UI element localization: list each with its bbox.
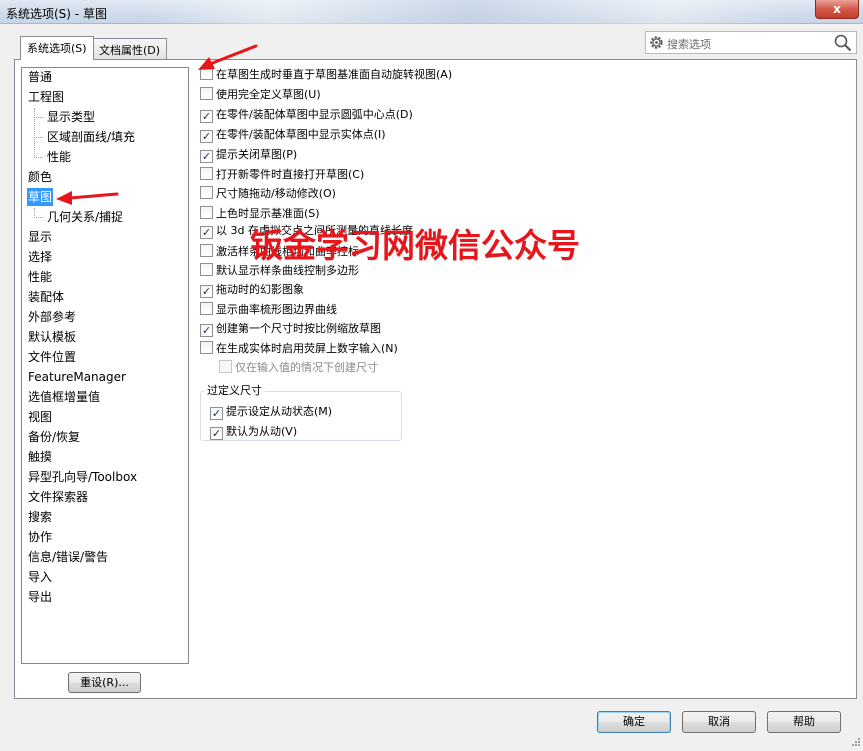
option-label: 拖动时的幻影图象 [216, 283, 304, 296]
annotation-arrow-icon [56, 191, 119, 205]
tree-item-file-explorer[interactable]: 文件探索器 [27, 488, 89, 506]
tree-item-featuremanager[interactable]: FeatureManager [27, 368, 127, 386]
tree-item-drawing-performance[interactable]: 性能 [46, 148, 72, 166]
tree-item-relations-snaps[interactable]: 几何关系/捕捉 [46, 208, 124, 226]
option-label: 提示关闭草图(P) [216, 148, 298, 161]
checkbox[interactable] [200, 206, 213, 219]
tree-item-export[interactable]: 导出 [27, 588, 53, 606]
checkbox[interactable]: ✓ [200, 110, 213, 123]
title-bar-blur [140, 0, 800, 24]
tree-guide-line [34, 137, 43, 138]
tree-item-display[interactable]: 显示 [27, 228, 53, 246]
tree-item-selection[interactable]: 选择 [27, 248, 53, 266]
option-label: 仅在输入值的情况下创建尺寸 [235, 361, 378, 374]
tree-item-general[interactable]: 普通 [27, 68, 53, 86]
checkbox[interactable]: ✓ [200, 226, 213, 239]
option-prompt-driven-state[interactable]: ✓ 提示设定从动状态(M) [210, 403, 332, 421]
checkbox[interactable] [200, 302, 213, 315]
option-display-plane-when-shaded[interactable]: 上色时显示基准面(S) [200, 205, 320, 223]
checkbox[interactable]: ✓ [210, 407, 223, 420]
cancel-button[interactable]: 取消 [682, 711, 756, 733]
tree-item-external-references[interactable]: 外部参考 [27, 308, 77, 326]
tab-system-options[interactable]: 系统选项(S) [20, 36, 94, 60]
tree-item-messages-errors-warnings[interactable]: 信息/错误/警告 [27, 548, 109, 566]
tree-item-display-type[interactable]: 显示类型 [46, 108, 96, 126]
search-input[interactable]: 搜索选项 [667, 36, 711, 52]
option-show-entity-points[interactable]: ✓ 在零件/装配体草图中显示实体点(I) [200, 126, 386, 144]
option-scale-on-first-dimension[interactable]: ✓ 创建第一个尺寸时按比例缩放草图 [200, 320, 381, 338]
gear-icon[interactable] [648, 34, 665, 51]
tree-item-touch[interactable]: 触摸 [27, 448, 53, 466]
checkbox[interactable]: ✓ [200, 130, 213, 143]
option-show-arc-centers[interactable]: ✓ 在零件/装配体草图中显示圆弧中心点(D) [200, 106, 413, 124]
category-tree[interactable]: 普通 工程图 显示类型 区域剖面线/填充 性能 颜色 草图 几何关系/捕捉 显示… [21, 67, 189, 664]
checkbox[interactable]: ✓ [200, 285, 213, 298]
option-curvature-comb-bounding[interactable]: 显示曲率梳形图边界曲线 [200, 301, 337, 319]
tree-item-collaboration[interactable]: 协作 [27, 528, 53, 546]
tree-guide-line [34, 157, 43, 158]
watermark-text: 钣金学习网微信公众号 [250, 226, 580, 265]
option-set-driven-by-default[interactable]: ✓ 默认为从动(V) [210, 423, 297, 441]
checkbox[interactable] [200, 87, 213, 100]
option-fully-defined-sketch[interactable]: 使用完全定义草图(U) [200, 86, 321, 104]
overdefine-group-title: 过定义尺寸 [204, 384, 265, 398]
tree-item-hole-wizard-toolbox[interactable]: 异型孔向导/Toolbox [27, 468, 138, 486]
tree-item-performance[interactable]: 性能 [27, 268, 53, 286]
tree-item-import[interactable]: 导入 [27, 568, 53, 586]
window-title: 系统选项(S) - 草图 [6, 7, 107, 21]
checkbox[interactable] [200, 167, 213, 180]
checkbox[interactable] [200, 244, 213, 257]
option-label: 在生成实体时启用荧屏上数字输入(N) [216, 342, 398, 355]
ok-button[interactable]: 确定 [597, 711, 671, 733]
option-create-dimension-only-when-value-entered[interactable]: 仅在输入值的情况下创建尺寸 [219, 359, 378, 377]
option-label: 在零件/装配体草图中显示实体点(I) [216, 128, 386, 141]
reset-button[interactable]: 重设(R)... [68, 672, 141, 693]
checkbox[interactable] [200, 186, 213, 199]
tree-item-search[interactable]: 搜索 [27, 508, 53, 526]
option-label: 尺寸随拖动/移动修改(O) [216, 187, 336, 200]
title-bar: 系统选项(S) - 草图 x [0, 0, 863, 24]
option-prompt-close-sketch[interactable]: ✓ 提示关闭草图(P) [200, 146, 297, 164]
checkbox[interactable] [219, 360, 232, 373]
tree-guide-line [34, 217, 43, 218]
tree-guide-line [34, 108, 35, 158]
option-label: 默认为从动(V) [226, 425, 298, 438]
tree-item-drawings[interactable]: 工程图 [27, 88, 65, 106]
checkbox[interactable] [200, 263, 213, 276]
tree-item-view[interactable]: 视图 [27, 408, 53, 426]
tree-guide-line [34, 117, 43, 118]
annotation-arrow-icon [198, 44, 258, 70]
tree-item-assemblies[interactable]: 装配体 [27, 288, 65, 306]
tree-item-sketch[interactable]: 草图 [27, 188, 54, 206]
tree-item-backup-recover[interactable]: 备份/恢复 [27, 428, 81, 446]
option-override-dims-on-drag[interactable]: 尺寸随拖动/移动修改(O) [200, 185, 336, 203]
option-create-sketch-on-new-part[interactable]: 打开新零件时直接打开草图(C) [200, 166, 364, 184]
option-label: 提示设定从动状态(M) [226, 405, 333, 418]
option-label: 上色时显示基准面(S) [216, 207, 320, 220]
tree-item-file-locations[interactable]: 文件位置 [27, 348, 77, 366]
search-icon[interactable] [833, 33, 853, 53]
resize-grip-icon[interactable] [849, 737, 861, 749]
option-label: 打开新零件时直接打开草图(C) [216, 168, 365, 181]
option-label: 创建第一个尺寸时按比例缩放草图 [216, 322, 381, 335]
checkbox[interactable]: ✓ [200, 324, 213, 337]
option-onscreen-numeric-input[interactable]: 在生成实体时启用荧屏上数字输入(N) [200, 340, 398, 358]
search-box[interactable]: 搜索选项 [645, 31, 857, 54]
checkbox[interactable]: ✓ [210, 427, 223, 440]
option-label: 在零件/装配体草图中显示圆弧中心点(D) [216, 108, 413, 121]
help-button[interactable]: 帮助 [767, 711, 841, 733]
close-button[interactable]: x [815, 0, 859, 19]
option-ghost-image-on-drag[interactable]: ✓ 拖动时的幻影图象 [200, 281, 304, 299]
tree-item-area-hatch[interactable]: 区域剖面线/填充 [46, 128, 136, 146]
checkbox[interactable] [200, 341, 213, 354]
tree-item-default-templates[interactable]: 默认模板 [27, 328, 77, 346]
tab-document-properties[interactable]: 文档属性(D) [92, 38, 168, 59]
checkbox[interactable]: ✓ [200, 150, 213, 163]
tree-item-spin-box-increments[interactable]: 选值框增量值 [27, 388, 101, 406]
option-label: 使用完全定义草图(U) [216, 88, 321, 101]
option-label: 显示曲率梳形图边界曲线 [216, 303, 337, 316]
tree-item-colors[interactable]: 颜色 [27, 168, 53, 186]
